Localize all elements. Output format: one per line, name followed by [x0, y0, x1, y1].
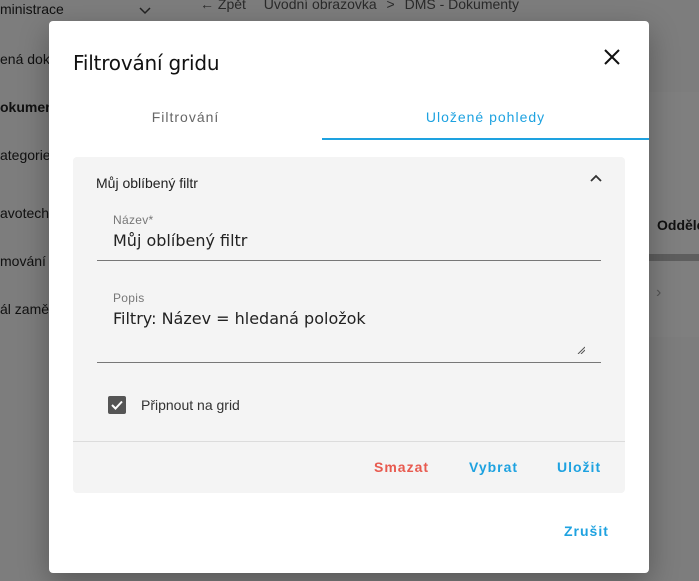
view-description-field[interactable]: Popis Filtry: Název = hledaná položok	[97, 291, 601, 363]
dialog-title: Filtrování gridu	[73, 51, 220, 75]
saved-view-header[interactable]: Můj oblíbený filtr	[73, 157, 625, 205]
pin-to-grid-checkbox[interactable]	[108, 396, 126, 414]
select-button[interactable]: Vybrat	[469, 459, 518, 475]
pin-to-grid-label: Připnout na grid	[141, 397, 240, 413]
save-button[interactable]: Uložit	[557, 459, 601, 475]
delete-button[interactable]: Smazat	[374, 459, 429, 475]
chevron-up-icon[interactable]	[588, 171, 604, 187]
saved-view-panel: Můj oblíbený filtr Název* Můj oblíbený f…	[73, 157, 625, 493]
active-tab-indicator	[322, 138, 649, 140]
filter-dialog: Filtrování gridu Filtrování Uložené pohl…	[49, 21, 649, 573]
view-description-textarea[interactable]: Filtry: Název = hledaná položok	[113, 309, 366, 328]
cancel-button[interactable]: Zrušit	[564, 523, 609, 539]
tab-filtering[interactable]: Filtrování	[49, 99, 322, 141]
view-name-input[interactable]: Můj oblíbený filtr	[113, 231, 247, 250]
tab-saved-views[interactable]: Uložené pohledy	[322, 99, 649, 141]
panel-divider	[73, 441, 625, 442]
checkmark-icon	[111, 400, 123, 410]
resize-handle-icon[interactable]	[577, 346, 585, 354]
view-name-label: Název*	[113, 213, 154, 227]
view-description-label: Popis	[113, 291, 145, 305]
close-icon[interactable]	[600, 45, 624, 69]
saved-view-title: Můj oblíbený filtr	[96, 175, 198, 191]
dialog-tabs: Filtrování Uložené pohledy	[49, 99, 649, 141]
view-name-field[interactable]: Název* Můj oblíbený filtr	[97, 213, 601, 261]
